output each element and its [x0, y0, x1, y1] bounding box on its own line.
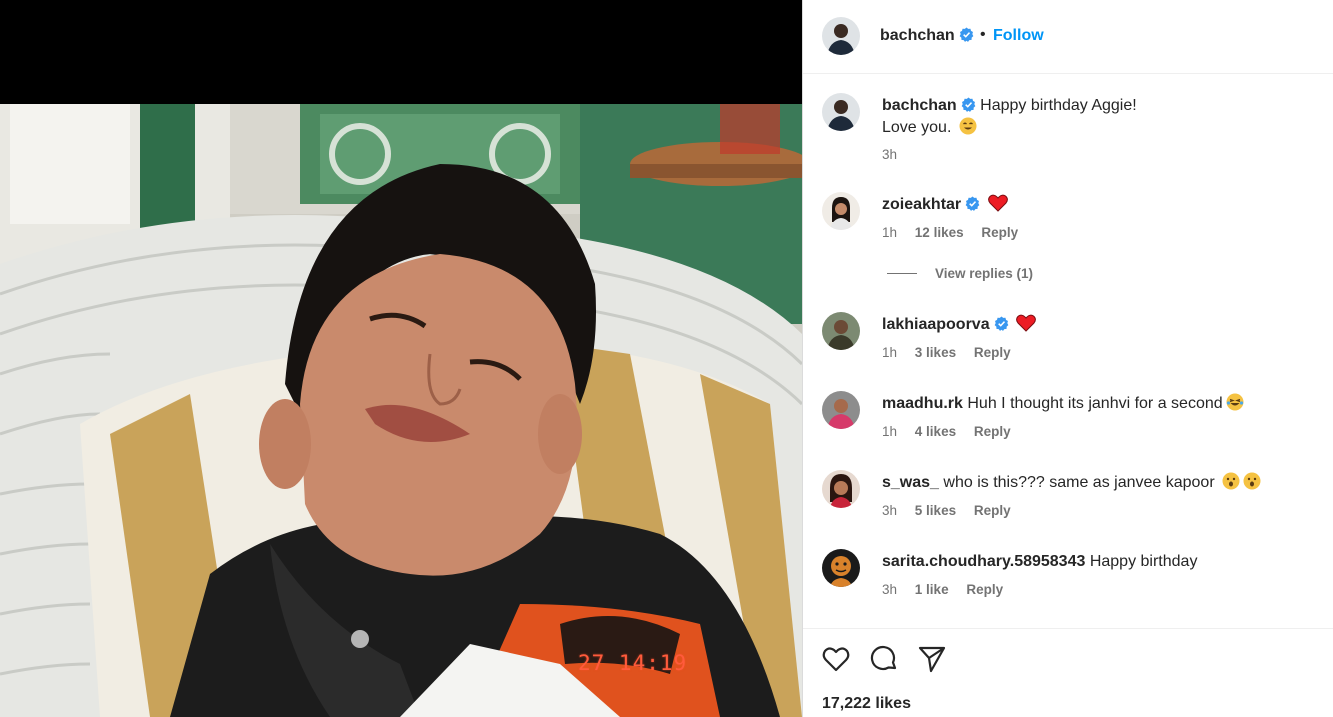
comment-time[interactable]: 1h [882, 345, 897, 360]
avatar[interactable] [822, 549, 860, 587]
avatar[interactable] [822, 391, 860, 429]
post-photo[interactable] [0, 104, 802, 717]
red-heart-emoji-icon [1016, 314, 1036, 332]
comment-username[interactable]: zoieakhtar [882, 196, 961, 213]
comment-time[interactable]: 3h [882, 147, 897, 162]
comment-username[interactable]: s_was_ [882, 474, 939, 491]
comment-text: Happy birthday Aggie! [980, 97, 1137, 114]
astonished-face-emoji-icon [1243, 472, 1261, 490]
comment-text-line2: Love you. [882, 119, 952, 136]
reply-button[interactable]: Reply [974, 345, 1011, 360]
likes-count[interactable]: 17,222 likes [822, 695, 911, 713]
reply-button[interactable]: Reply [974, 503, 1011, 518]
comment-username[interactable]: bachchan [882, 97, 957, 114]
comment-likes[interactable]: 3 likes [915, 345, 956, 360]
author-username[interactable]: bachchan [880, 27, 974, 45]
separator-dot: • [980, 26, 986, 43]
laughing-tears-emoji-icon [1226, 393, 1244, 411]
comment-bubble-icon[interactable] [869, 644, 899, 674]
comment-time[interactable]: 1h [882, 225, 897, 240]
verified-badge-icon [965, 196, 980, 211]
comment-username[interactable]: maadhu.rk [882, 395, 963, 412]
follow-button[interactable]: Follow [993, 27, 1044, 45]
avatar[interactable] [822, 470, 860, 508]
smiling-face-emoji-icon [959, 117, 977, 135]
comment-likes[interactable]: 5 likes [915, 503, 956, 518]
photo-timestamp: 27 14:19 [578, 651, 688, 675]
avatar[interactable] [822, 93, 860, 131]
verified-badge-icon [994, 316, 1008, 331]
comment-username[interactable]: lakhiaapoorva [882, 316, 990, 333]
post-actions-bar: 17,222 likes [803, 628, 1333, 717]
post-media: 27 14:19 [0, 0, 802, 717]
comment-text: Huh I thought its janhvi for a second [967, 395, 1223, 412]
red-heart-emoji-icon [987, 194, 1008, 212]
comment-time[interactable]: 3h [882, 503, 897, 518]
post-header: bachchan • Follow [803, 0, 1333, 74]
post-side-panel: bachchan • Follow bachchan Happy birthda… [802, 0, 1333, 717]
comment-likes[interactable]: 1 like [915, 582, 949, 597]
comment-likes[interactable]: 12 likes [915, 225, 964, 240]
heart-outline-icon[interactable] [821, 644, 851, 674]
comment-likes[interactable]: 4 likes [915, 424, 956, 439]
verified-badge-icon [961, 97, 976, 112]
avatar[interactable] [822, 312, 860, 350]
reply-button[interactable]: Reply [981, 225, 1018, 240]
comment-time[interactable]: 3h [882, 582, 897, 597]
comment-time[interactable]: 1h [882, 424, 897, 439]
author-avatar[interactable] [822, 17, 860, 55]
divider-line [887, 273, 917, 274]
comment-text: Happy birthday [1089, 553, 1198, 570]
comment-text: who is this??? same as janvee kapoor [943, 474, 1215, 491]
view-replies-button[interactable]: View replies (1) [887, 266, 1033, 281]
comment-username[interactable]: sarita.choudhary.58958343 [882, 553, 1085, 570]
verified-badge-icon [959, 27, 974, 42]
reply-button[interactable]: Reply [974, 424, 1011, 439]
avatar[interactable] [822, 192, 860, 230]
paper-plane-icon[interactable] [917, 644, 947, 674]
astonished-face-emoji-icon [1222, 472, 1240, 490]
reply-button[interactable]: Reply [966, 582, 1003, 597]
